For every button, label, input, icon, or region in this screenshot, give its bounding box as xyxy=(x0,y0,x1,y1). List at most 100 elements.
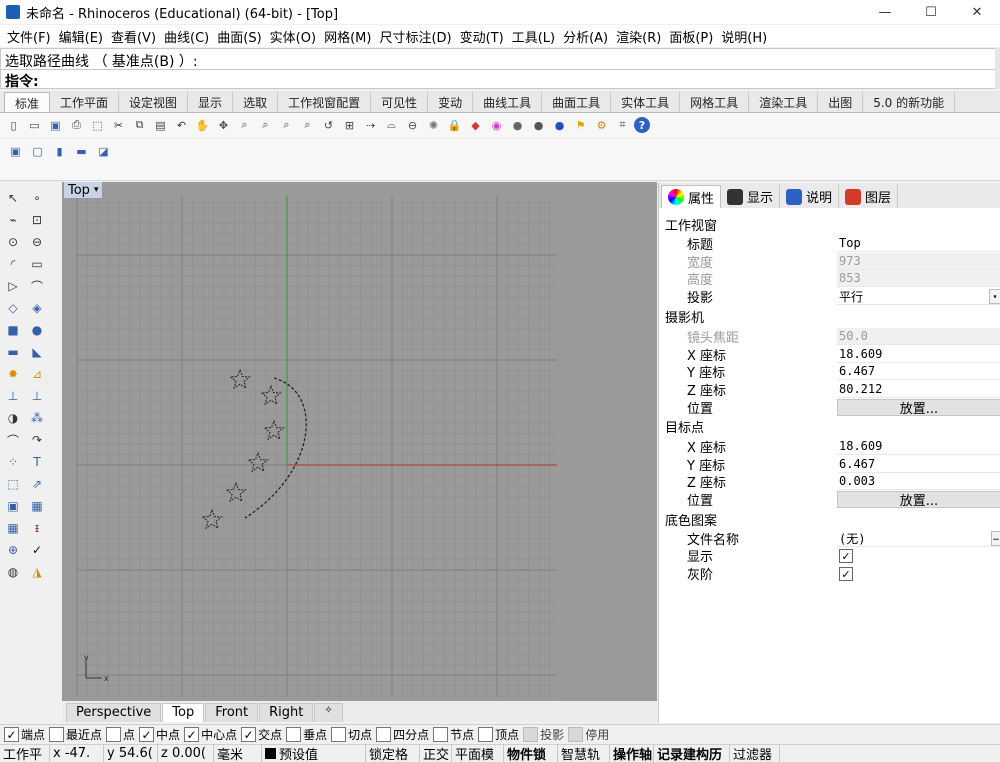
select-arrow-icon[interactable]: ↖ xyxy=(2,187,24,209)
osnap-checkbox[interactable]: ✓ xyxy=(184,727,200,742)
panel-tab-2[interactable]: 说明 xyxy=(780,185,840,208)
point-icon[interactable]: ∘ xyxy=(26,187,48,209)
status-grid-snap[interactable]: 锁定格 xyxy=(366,745,420,762)
zoom-icon[interactable]: ⌕ xyxy=(235,116,254,135)
osnap-checkbox[interactable]: ✓ xyxy=(139,727,155,742)
zoom-extents-icon[interactable]: ⌕ xyxy=(277,116,296,135)
group-icon[interactable]: ⁂ xyxy=(26,407,48,429)
split-icon[interactable]: ⊥ xyxy=(26,385,48,407)
transform-icon[interactable]: ⬚ xyxy=(2,473,24,495)
close-button[interactable]: ✕ xyxy=(954,0,1000,24)
toolbar-tab-14[interactable]: 5.0 的新功能 xyxy=(863,92,956,112)
menu-item-0[interactable]: 文件(F) xyxy=(3,27,55,46)
fillet-curve-icon[interactable]: ⌒ xyxy=(26,275,48,297)
viewport-tab-top[interactable]: Top xyxy=(162,703,205,722)
loft-icon[interactable]: ◈ xyxy=(26,297,48,319)
grayscale-checkbox[interactable]: ✓ xyxy=(839,567,853,581)
paste-icon[interactable]: ▤ xyxy=(151,116,170,135)
rotate-view-icon[interactable]: ✥ xyxy=(214,116,233,135)
toolbar-tab-13[interactable]: 出图 xyxy=(818,92,864,112)
menu-item-4[interactable]: 曲面(S) xyxy=(213,27,265,46)
osnap-checkbox[interactable] xyxy=(106,727,122,742)
status-ortho[interactable]: 正交 xyxy=(420,745,452,762)
offset-icon[interactable]: ⌒ xyxy=(2,429,24,451)
render-sphere-icon[interactable]: ● xyxy=(508,116,527,135)
zoom-selected-icon[interactable]: ⌕ xyxy=(298,116,317,135)
toolbar-tab-9[interactable]: 曲面工具 xyxy=(542,92,612,112)
toolbar-tab-10[interactable]: 实体工具 xyxy=(611,92,681,112)
viewport-canvas[interactable]: y x xyxy=(62,182,657,701)
prop-camera-x-value[interactable]: 18.609 xyxy=(837,346,1000,363)
osnap-checkbox[interactable] xyxy=(286,727,302,742)
osnap-checkbox[interactable]: ✓ xyxy=(241,727,257,742)
copy-icon[interactable]: ⧉ xyxy=(130,116,149,135)
menu-item-7[interactable]: 尺寸标注(D) xyxy=(375,27,455,46)
paint-icon[interactable]: ◮ xyxy=(26,561,48,583)
viewport-tab-right[interactable]: Right xyxy=(259,703,314,722)
menu-item-8[interactable]: 变动(T) xyxy=(456,27,508,46)
import-icon[interactable]: ⬚ xyxy=(88,116,107,135)
box-icon[interactable]: ■ xyxy=(2,319,24,341)
osnap-checkbox[interactable] xyxy=(568,727,584,742)
color-wheel-icon[interactable]: ◉ xyxy=(487,116,506,135)
join-icon[interactable]: ⊥ xyxy=(2,385,24,407)
new-file-icon[interactable]: ▯ xyxy=(4,116,23,135)
material-icon[interactable]: ◆ xyxy=(466,116,485,135)
rectangle-icon[interactable]: ▭ xyxy=(26,253,48,275)
status-filter[interactable]: 过滤器 xyxy=(730,745,780,762)
menu-item-11[interactable]: 渲染(R) xyxy=(612,27,665,46)
toolbar-tab-3[interactable]: 显示 xyxy=(188,92,234,112)
toolbar-tab-1[interactable]: 工作平面 xyxy=(50,92,120,112)
prop-target-z-value[interactable]: 0.003 xyxy=(837,473,1000,490)
chevron-down-icon[interactable]: ▾ xyxy=(989,288,1000,304)
viewport-layout-icon[interactable]: ⊞ xyxy=(340,116,359,135)
osnap-0[interactable]: ✓ 端点 xyxy=(4,726,45,743)
shaded-sphere-icon[interactable]: ● xyxy=(529,116,548,135)
toolbar-tab-11[interactable]: 网格工具 xyxy=(680,92,750,112)
blend-icon[interactable]: ↷ xyxy=(26,429,48,451)
prop-camera-y-value[interactable]: 6.467 xyxy=(837,363,1000,380)
status-gumball[interactable]: 操作轴 xyxy=(610,745,654,762)
osnap-9[interactable]: 节点 xyxy=(433,726,474,743)
toolbar-tab-8[interactable]: 曲线工具 xyxy=(473,92,543,112)
polyline-icon[interactable]: ⌁ xyxy=(2,209,24,231)
scale-icon[interactable]: ⇗ xyxy=(26,473,48,495)
prop-target-x-value[interactable]: 18.609 xyxy=(837,438,1000,455)
viewport-icon[interactable]: ▢ xyxy=(28,142,47,161)
undo-view-icon[interactable]: ↺ xyxy=(319,116,338,135)
light-icon[interactable]: ✺ xyxy=(424,116,443,135)
status-layer[interactable]: 预设值 xyxy=(262,745,366,762)
osnap-checkbox[interactable]: ✓ xyxy=(4,727,19,742)
toolbar-tab-0[interactable]: 标准 xyxy=(4,92,51,112)
open-file-icon[interactable]: ▭ xyxy=(25,116,44,135)
osnap-checkbox[interactable] xyxy=(478,727,494,742)
menu-item-5[interactable]: 实体(O) xyxy=(266,27,320,46)
curve-icon[interactable]: ⊡ xyxy=(26,209,48,231)
solid-icon[interactable]: ▣ xyxy=(2,495,24,517)
show-wallpaper-checkbox[interactable]: ✓ xyxy=(839,549,853,563)
star-shape[interactable] xyxy=(247,451,269,473)
star-shape[interactable] xyxy=(263,419,285,441)
select-icon[interactable]: ⇢ xyxy=(361,116,380,135)
osnap-checkbox[interactable] xyxy=(49,727,65,742)
print-icon[interactable]: ⎙ xyxy=(67,116,86,135)
dimension-icon[interactable]: ᵻ xyxy=(26,517,48,539)
menu-item-6[interactable]: 网格(M) xyxy=(320,27,375,46)
toolbar-tab-12[interactable]: 渲染工具 xyxy=(749,92,819,112)
status-cplane[interactable]: 工作平 xyxy=(0,745,50,762)
status-planar[interactable]: 平面模 xyxy=(452,745,504,762)
menu-item-3[interactable]: 曲线(C) xyxy=(160,27,213,46)
osnap-5[interactable]: ✓ 交点 xyxy=(241,726,282,743)
grid-snap-icon[interactable]: ⌓ xyxy=(382,116,401,135)
trim-icon[interactable]: ⊿ xyxy=(26,363,48,385)
command-scrollbar[interactable] xyxy=(995,48,1000,89)
maximize-button[interactable]: ☐ xyxy=(908,0,954,24)
zoom-window-icon[interactable]: ⌕ xyxy=(256,116,275,135)
surface-icon[interactable]: ◇ xyxy=(2,297,24,319)
toolbar-tab-6[interactable]: 可见性 xyxy=(371,92,429,112)
hatch-icon[interactable]: ▦ xyxy=(26,495,48,517)
display-mode-icon[interactable]: ◪ xyxy=(94,142,113,161)
boolean-icon[interactable]: ◑ xyxy=(2,407,24,429)
check-icon[interactable]: ✓ xyxy=(26,539,48,561)
star-shape[interactable] xyxy=(201,508,223,530)
